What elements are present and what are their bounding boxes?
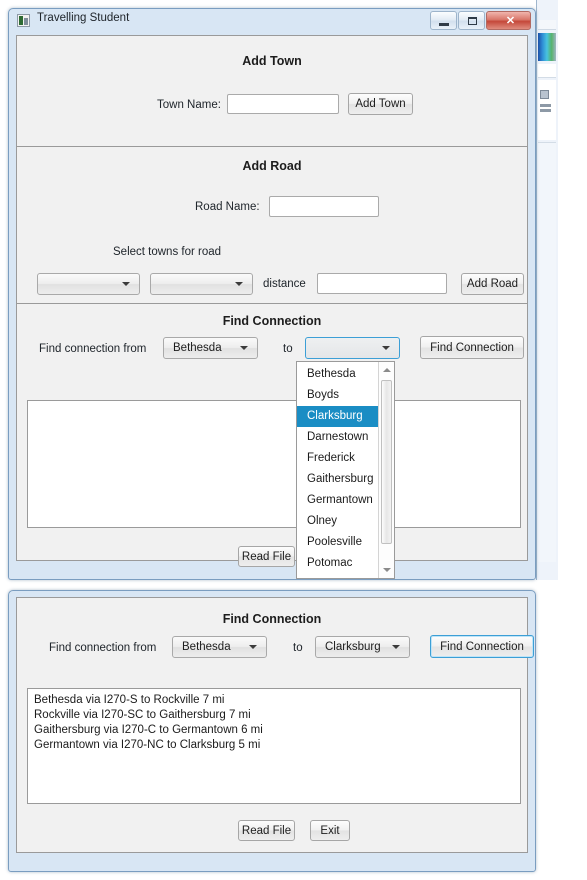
find-from-label-2: Find connection from bbox=[49, 642, 157, 654]
chevron-down-icon bbox=[392, 645, 400, 649]
minimize-button[interactable] bbox=[430, 11, 457, 30]
dropdown-item[interactable]: Boyds bbox=[297, 385, 378, 406]
close-icon: ✕ bbox=[505, 15, 516, 27]
add-town-panel: Add Town Town Name: Add Town bbox=[17, 36, 527, 146]
distance-label: distance bbox=[263, 278, 306, 290]
maximize-button[interactable] bbox=[458, 11, 485, 30]
read-file-button-2[interactable]: Read File bbox=[238, 820, 295, 841]
road-town-b-combobox[interactable] bbox=[150, 273, 253, 295]
travelling-student-window-result: Find Connection Find connection from Bet… bbox=[8, 590, 536, 872]
find-to-value-2: Clarksburg bbox=[325, 641, 381, 653]
select-towns-label: Select towns for road bbox=[113, 246, 222, 258]
find-from-label: Find connection from bbox=[39, 343, 147, 355]
find-connection-button-2[interactable]: Find Connection bbox=[430, 635, 534, 658]
dropdown-item[interactable]: Gaithersburg bbox=[297, 469, 378, 490]
background-window-color-gradient bbox=[538, 33, 556, 61]
town-name-input[interactable] bbox=[227, 94, 339, 114]
background-window-divider bbox=[538, 64, 556, 78]
window-controls: ✕ bbox=[430, 11, 531, 30]
chevron-down-icon bbox=[240, 346, 248, 350]
chevron-down-icon bbox=[382, 346, 390, 350]
find-to-combobox[interactable] bbox=[305, 337, 400, 359]
result-line: Gaithersburg via I270-C to Germantown 6 … bbox=[34, 724, 263, 736]
result-line: Rockville via I270-SC to Gaithersburg 7 … bbox=[34, 709, 251, 721]
add-road-heading: Add Road bbox=[242, 159, 302, 173]
dropdown-item[interactable]: Clarksburg bbox=[297, 406, 378, 427]
window-client-area-2: Find Connection Find connection from Bet… bbox=[16, 597, 534, 853]
window-client-area: Add Town Town Name: Add Town Add Road Ro… bbox=[16, 35, 528, 567]
dropdown-item[interactable]: Germantown bbox=[297, 490, 378, 511]
chevron-down-icon bbox=[235, 282, 243, 286]
dropdown-item[interactable]: Frederick bbox=[297, 448, 378, 469]
find-from-combobox-2[interactable]: Bethesda bbox=[172, 636, 267, 658]
road-name-input[interactable] bbox=[269, 196, 379, 217]
road-town-a-combobox[interactable] bbox=[37, 273, 140, 295]
dropdown-item[interactable]: Olney bbox=[297, 511, 378, 532]
chevron-down-icon bbox=[249, 645, 257, 649]
dropdown-item[interactable]: Bethesda bbox=[297, 364, 378, 385]
travelling-student-window: Travelling Student ✕ Add Town Town Name:… bbox=[8, 8, 536, 580]
distance-input[interactable] bbox=[317, 273, 447, 294]
scroll-up-arrow-icon[interactable] bbox=[379, 362, 395, 378]
add-town-heading: Add Town bbox=[242, 54, 302, 68]
town-name-label: Town Name: bbox=[157, 99, 221, 111]
results-content bbox=[28, 401, 520, 411]
background-window-icon bbox=[540, 90, 549, 99]
find-connection-button[interactable]: Find Connection bbox=[420, 336, 524, 359]
find-from-value-2: Bethesda bbox=[182, 641, 231, 653]
background-window-toolbar bbox=[538, 20, 556, 30]
find-to-label: to bbox=[283, 343, 293, 355]
find-to-combobox-2[interactable]: Clarksburg bbox=[315, 636, 410, 658]
background-window-lower bbox=[538, 142, 556, 562]
find-connection-heading: Find Connection bbox=[222, 314, 322, 328]
results-content-2: Bethesda via I270-S to Rockville 7 mi Roc… bbox=[28, 689, 520, 757]
title-bar[interactable]: Travelling Student ✕ bbox=[9, 9, 535, 31]
find-from-combobox[interactable]: Bethesda bbox=[163, 337, 258, 359]
background-window-line-icon-1 bbox=[540, 104, 551, 107]
scroll-down-arrow-icon[interactable] bbox=[379, 562, 395, 578]
add-road-button[interactable]: Add Road bbox=[461, 273, 524, 295]
find-from-value: Bethesda bbox=[173, 342, 222, 354]
background-window-line-icon-2 bbox=[540, 109, 551, 112]
exit-button-2[interactable]: Exit bbox=[310, 820, 350, 841]
window-title: Travelling Student bbox=[37, 12, 130, 24]
screen-root: Travelling Student ✕ Add Town Town Name:… bbox=[0, 0, 587, 880]
app-icon bbox=[17, 14, 30, 27]
add-road-panel: Add Road Road Name: Select towns for roa… bbox=[17, 147, 527, 303]
result-line: Germantown via I270-NC to Clarksburg 5 m… bbox=[34, 739, 261, 751]
results-textarea[interactable] bbox=[27, 400, 521, 528]
find-connection-panel-2: Find Connection Find connection from Bet… bbox=[17, 598, 534, 660]
dropdown-item[interactable]: Poolesville bbox=[297, 532, 378, 553]
result-line: Bethesda via I270-S to Rockville 7 mi bbox=[34, 694, 225, 706]
read-file-button[interactable]: Read File bbox=[238, 546, 295, 567]
scrollbar-thumb[interactable] bbox=[381, 380, 392, 544]
close-button[interactable]: ✕ bbox=[486, 11, 531, 30]
find-connection-heading-2: Find Connection bbox=[222, 612, 322, 626]
chevron-down-icon bbox=[122, 282, 130, 286]
add-town-button[interactable]: Add Town bbox=[348, 93, 413, 115]
road-name-label: Road Name: bbox=[195, 201, 260, 213]
find-connection-panel: Find Connection Find connection from Bet… bbox=[17, 304, 527, 366]
dropdown-scrollbar[interactable] bbox=[378, 362, 394, 578]
dropdown-item[interactable]: Darnestown bbox=[297, 427, 378, 448]
dropdown-item[interactable]: Potomac bbox=[297, 553, 378, 574]
find-to-dropdown-list[interactable]: Bethesda Boyds Clarksburg Darnestown Frederi… bbox=[296, 361, 395, 579]
results-textarea-2[interactable]: Bethesda via I270-S to Rockville 7 mi Roc… bbox=[27, 688, 521, 804]
find-to-label-2: to bbox=[293, 642, 303, 654]
